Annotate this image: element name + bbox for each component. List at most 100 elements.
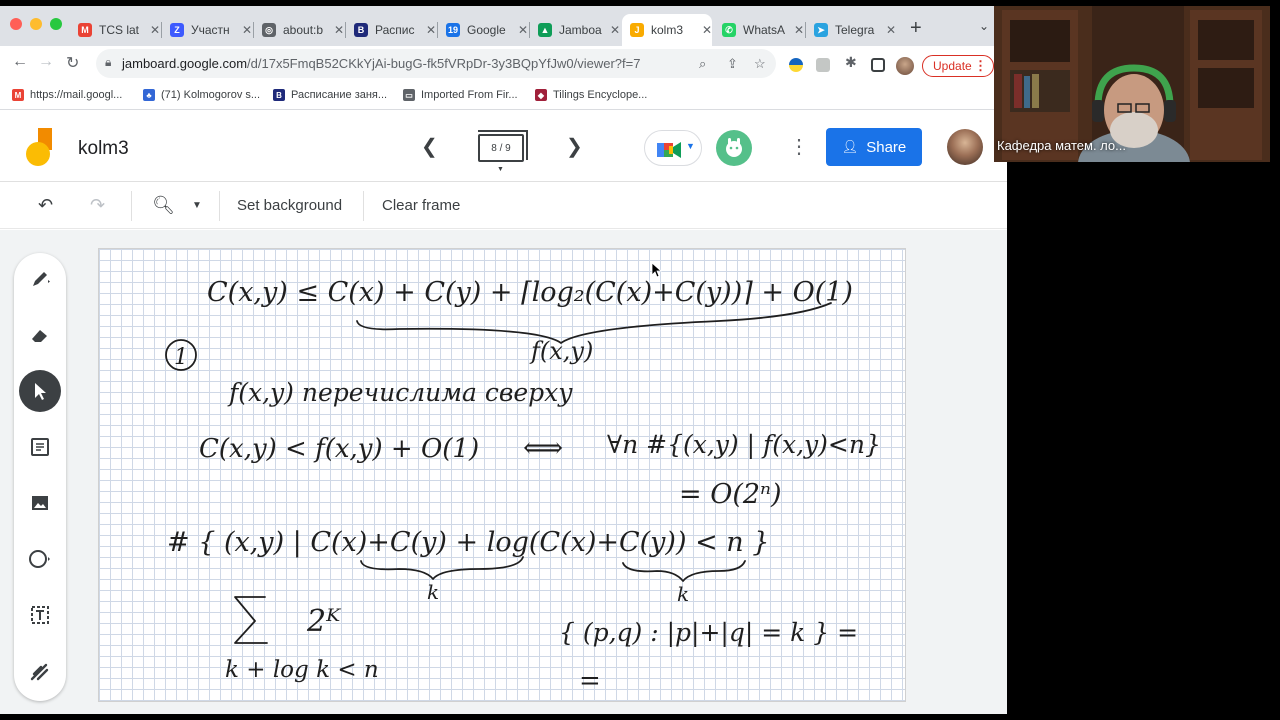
handwritten-line-3-left: C(x,y) < f(x,y) + O(1) bbox=[199, 434, 479, 464]
zoom-magnifier-icon[interactable]: ⌕ bbox=[699, 56, 706, 72]
browser-toolbar: ← → ↻ 🔒︎ jamboard.google.com/d/17x5FmqB5… bbox=[0, 46, 1007, 82]
share-button[interactable]: 👤︎ Share bbox=[826, 128, 922, 166]
bookmarks-bar: Mhttps://mail.googl... ♣ (71) Kolmogorov s… bbox=[0, 82, 1007, 110]
profile-avatar[interactable] bbox=[896, 57, 914, 75]
bookmark-item[interactable]: B Расписание заня... bbox=[273, 89, 387, 101]
zoom-dropdown-icon[interactable]: ▼ bbox=[192, 200, 202, 211]
set-background-button[interactable]: Set background bbox=[237, 197, 342, 214]
pen-tool[interactable] bbox=[19, 258, 61, 300]
minimize-window-button[interactable] bbox=[30, 18, 42, 30]
select-tool[interactable] bbox=[19, 370, 61, 412]
frame-bar-button[interactable]: 8 / 9 bbox=[478, 130, 528, 162]
jamboard-frame[interactable]: C(x,y) ≤ C(x) + C(y) + ⌈log₂(C(x)+C(y))⌉… bbox=[98, 248, 906, 702]
zoom-icon[interactable]: 🔍︎ bbox=[152, 195, 175, 216]
close-tab-icon[interactable]: ✕ bbox=[702, 23, 712, 37]
redo-icon[interactable]: ↷ bbox=[90, 195, 105, 216]
close-tab-icon[interactable]: ✕ bbox=[886, 23, 896, 37]
close-tab-icon[interactable]: ✕ bbox=[426, 23, 436, 37]
handwritten-line-3-arrow: ⟺ bbox=[523, 431, 563, 464]
cursor-arrow-icon bbox=[35, 383, 46, 400]
eraser-icon bbox=[32, 330, 47, 342]
browser-tab[interactable]: M TCS lat ✕ bbox=[70, 14, 160, 46]
sum-term: 2ᴷ bbox=[306, 604, 342, 639]
bookmark-star-icon[interactable]: ☆ bbox=[754, 56, 766, 72]
close-tab-icon[interactable]: ✕ bbox=[334, 23, 344, 37]
back-button[interactable]: ← bbox=[12, 53, 28, 71]
close-tab-icon[interactable]: ✕ bbox=[150, 23, 160, 37]
url-text: jamboard.google.com/d/17x5FmqB52CKkYjAi-… bbox=[122, 56, 640, 71]
text-box-tool[interactable] bbox=[19, 594, 61, 636]
sticky-note-tool[interactable] bbox=[19, 426, 61, 468]
gmail-icon: M bbox=[78, 23, 92, 37]
url-path: /d/17x5FmqB52CKkYjAi-bugG-fk5fVRpDr-3y3B… bbox=[247, 56, 641, 71]
tool-sidebar bbox=[14, 253, 66, 701]
update-label: Update bbox=[933, 59, 972, 73]
undo-icon[interactable]: ↶ bbox=[38, 195, 53, 216]
browser-tab[interactable]: ➤ Telegra ✕ bbox=[806, 14, 896, 46]
update-button[interactable]: Update ⋮ bbox=[922, 55, 994, 77]
participant-name: Кафедра матем. ло... bbox=[997, 138, 1126, 153]
ukraine-extension-icon[interactable] bbox=[789, 58, 803, 72]
more-options-icon[interactable]: ⋮ bbox=[789, 134, 809, 159]
tab-title: Google bbox=[467, 23, 506, 37]
jamboard-header: kolm3 ❮ 8 / 9 ▼ ❯ ▼ ⋮ 👤︎ Share bbox=[0, 110, 1007, 182]
image-tool[interactable] bbox=[19, 482, 61, 524]
jamboard-logo-icon bbox=[26, 128, 52, 166]
canvas-area: C(x,y) ≤ C(x) + C(y) + ⌈log₂(C(x)+C(y))⌉… bbox=[0, 230, 1007, 714]
gmail-icon: M bbox=[12, 89, 24, 101]
extensions-puzzle-icon[interactable]: ✱ bbox=[845, 54, 857, 71]
account-avatar[interactable] bbox=[947, 129, 983, 165]
tab-title: Распис bbox=[375, 23, 415, 37]
forward-button[interactable]: → bbox=[38, 53, 54, 71]
address-bar[interactable]: 🔒︎ jamboard.google.com/d/17x5FmqB52CKkYj… bbox=[96, 49, 776, 78]
divider bbox=[131, 191, 132, 221]
browser-tab[interactable]: ▲ Jamboa ✕ bbox=[530, 14, 620, 46]
bookmark-label: Imported From Fir... bbox=[421, 89, 518, 101]
eraser-tool[interactable] bbox=[19, 314, 61, 356]
frame-counter-text: 8 / 9 bbox=[491, 142, 511, 154]
close-tab-icon[interactable]: ✕ bbox=[794, 23, 804, 37]
browser-tab[interactable]: B Распис ✕ bbox=[346, 14, 436, 46]
sidepanel-icon[interactable] bbox=[871, 58, 885, 72]
new-tab-button[interactable]: + bbox=[910, 17, 922, 40]
zoom-window-button[interactable] bbox=[50, 18, 62, 30]
reload-button[interactable]: ↻ bbox=[66, 53, 79, 73]
shape-tool[interactable] bbox=[19, 538, 61, 580]
people-icon: ♣ bbox=[143, 89, 155, 101]
bookmark-item[interactable]: Mhttps://mail.googl... bbox=[12, 89, 122, 101]
calendar-icon: 19 bbox=[446, 23, 460, 37]
bookmark-item[interactable]: ♣ (71) Kolmogorov s... bbox=[143, 89, 260, 101]
browser-tab[interactable]: Jkolm3 ✕ bbox=[622, 14, 712, 46]
handwritten-line-5: # { (x,y) | C(x)+C(y) + log(C(x)+C(y)) <… bbox=[167, 527, 769, 558]
share-page-icon[interactable]: ⇪ bbox=[727, 56, 738, 72]
extension-gray-icon[interactable] bbox=[816, 58, 830, 72]
browser-tab[interactable]: ✆ WhatsA ✕ bbox=[714, 14, 804, 46]
close-tab-icon[interactable]: ✕ bbox=[610, 23, 620, 37]
browser-tab[interactable]: ◎ about:b ✕ bbox=[254, 14, 344, 46]
tab-search-chevron-icon[interactable]: ⌄ bbox=[979, 19, 989, 33]
underbrace-1 bbox=[356, 302, 832, 344]
close-window-button[interactable] bbox=[10, 18, 22, 30]
collaborator-avatar[interactable] bbox=[716, 130, 752, 166]
laser-tool[interactable] bbox=[19, 650, 61, 692]
mouse-cursor-icon bbox=[651, 262, 663, 278]
next-frame-button[interactable]: ❯ bbox=[566, 134, 583, 159]
tab-title: TCS lat bbox=[99, 23, 140, 37]
close-tab-icon[interactable]: ✕ bbox=[242, 23, 252, 37]
edit-toolbar: ↶ ↷ 🔍︎ ▼ Set background Clear frame bbox=[0, 183, 1007, 229]
sum-subscript: k + log k < n bbox=[225, 657, 379, 683]
document-title[interactable]: kolm3 bbox=[78, 138, 129, 160]
previous-frame-button[interactable]: ❮ bbox=[421, 134, 438, 159]
browser-tab[interactable]: 19 Google ✕ bbox=[438, 14, 528, 46]
brace-label-k1: k bbox=[427, 580, 439, 604]
meet-dropdown-icon: ▼ bbox=[686, 141, 695, 151]
browser-tab[interactable]: Z Участн ✕ bbox=[162, 14, 252, 46]
close-tab-icon[interactable]: ✕ bbox=[518, 23, 528, 37]
tab-strip: M TCS lat ✕ Z Участн ✕ ◎ about:b ✕ B Распис ✕ 19 Goog… bbox=[0, 6, 1007, 46]
tab-divider bbox=[161, 22, 162, 38]
bookmark-item[interactable]: ▭ Imported From Fir... bbox=[403, 89, 518, 101]
clear-frame-button[interactable]: Clear frame bbox=[382, 197, 460, 214]
drive-icon: ▲ bbox=[538, 23, 552, 37]
meet-button[interactable]: ▼ bbox=[644, 130, 702, 166]
bookmark-item[interactable]: ◆ Tilings Encyclope... bbox=[535, 89, 647, 101]
